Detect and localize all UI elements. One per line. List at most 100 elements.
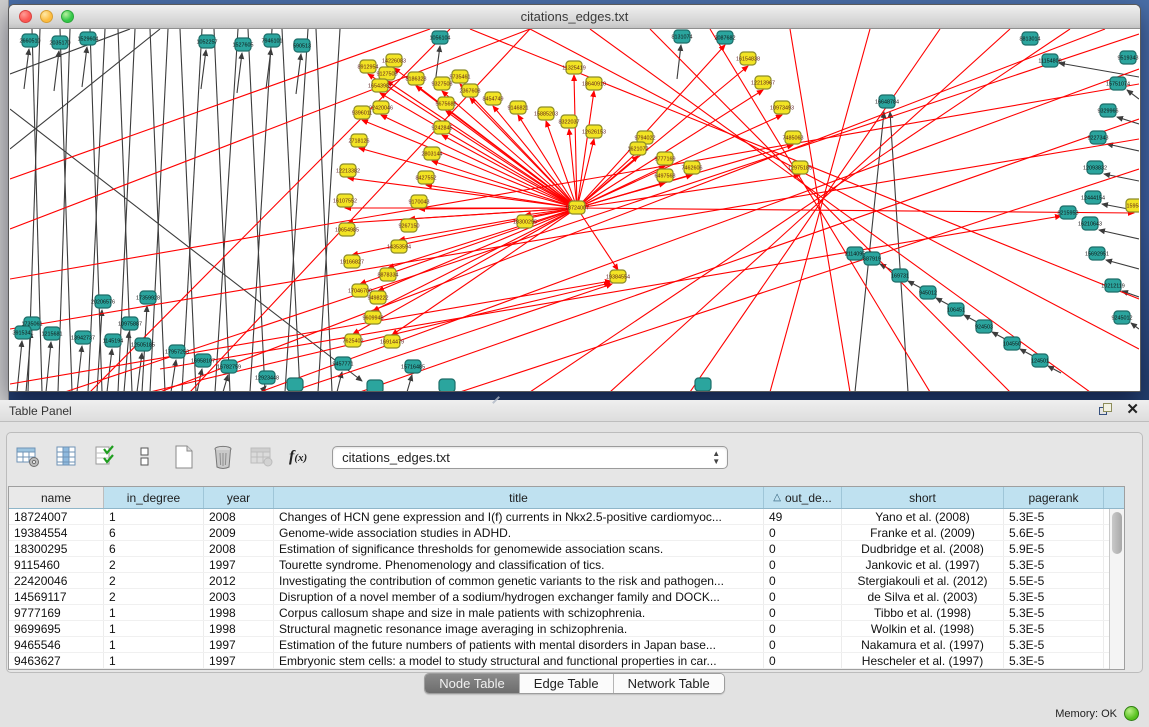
table-cell[interactable]: 0 [764,605,842,620]
graph-node[interactable]: 9329966 [1098,104,1119,117]
table-cell[interactable]: 5.3E-5 [1004,509,1104,524]
graph-node[interactable]: 15958 [1126,199,1139,212]
table-cell[interactable]: 0 [764,589,842,604]
graph-node[interactable]: 5675685 [436,97,457,110]
graph-node[interactable]: 7946101 [262,34,283,47]
table-cell[interactable]: 2 [104,573,204,588]
table-cell[interactable]: 2 [104,589,204,604]
table-cell[interactable]: 9699695 [9,621,104,636]
table-row[interactable]: 1938455462009Genome-wide association stu… [9,525,1124,541]
graph-node[interactable]: 13942737 [71,331,95,344]
graph-node[interactable]: 2660510 [20,34,41,47]
graph-node[interactable]: 2035170 [50,36,71,49]
table-cell[interactable]: 0 [764,557,842,572]
table-cell[interactable]: 6 [104,541,204,556]
float-panel-icon[interactable] [1098,402,1114,418]
table-cell[interactable]: 22420046 [9,573,104,588]
table-cell[interactable]: 5.3E-5 [1004,621,1104,636]
table-cell[interactable]: Corpus callosum shape and size in male p… [274,605,764,620]
table-cell[interactable]: 1997 [204,557,274,572]
graph-node[interactable]: 19166827 [340,255,364,268]
table-cell[interactable]: 1997 [204,653,274,668]
table-cell[interactable]: Structural magnetic resonance image aver… [274,621,764,636]
graph-node[interactable]: 15885203 [534,107,558,120]
graph-node[interactable]: 7462606 [682,161,703,174]
table-cell[interactable]: 5.5E-5 [1004,573,1104,588]
table-cell[interactable]: Jankovic et al. (1997) [842,557,1004,572]
graph-node[interactable]: 7625402 [343,334,364,347]
graph-node[interactable]: 169731 [891,269,909,282]
clear-selection-icon[interactable] [131,443,159,471]
table-cell[interactable]: 9115460 [9,557,104,572]
table-cell[interactable]: Nakamura et al. (1997) [842,637,1004,652]
delete-table-icon[interactable] [209,443,237,471]
graph-node[interactable]: 2803144 [422,147,443,160]
table-cell[interactable]: 1 [104,605,204,620]
graph-node[interactable]: 1145194 [103,334,124,347]
table-cell[interactable]: 9465546 [9,637,104,652]
table-cell[interactable]: Yano et al. (2008) [842,509,1004,524]
graph-node[interactable]: 9242845 [432,121,453,134]
column-header-short[interactable]: short [842,487,1004,508]
table-row[interactable]: 946362711997Embryonic stem cells: a mode… [9,653,1124,669]
tab-network-table[interactable]: Network Table [614,674,724,693]
select-columns-icon[interactable] [53,443,81,471]
table-cell[interactable]: 1998 [204,605,274,620]
graph-node[interactable]: 16107552 [333,194,357,207]
table-cell[interactable]: 49 [764,509,842,524]
table-scrollbar[interactable] [1109,509,1124,669]
graph-node[interactable]: 8878334 [378,268,399,281]
graph-node[interactable]: 22420046 [369,101,393,114]
memory-status-icon[interactable] [1124,706,1139,721]
graph-node[interactable]: 9609948 [363,311,384,324]
table-cell[interactable]: Tibbo et al. (1998) [842,605,1004,620]
graph-edge[interactable] [399,208,577,240]
table-cell[interactable]: 0 [764,621,842,636]
graph-node[interactable]: 11325419 [562,61,586,74]
graph-node[interactable]: 12975185 [788,161,812,174]
table-row[interactable]: 1872400712008Changes of HCN gene express… [9,509,1124,525]
table-cell[interactable]: 1997 [204,637,274,652]
column-header-in-degree[interactable]: in_degree [104,487,204,508]
graph-node[interactable]: 18724007 [565,201,589,214]
graph-node[interactable]: 2718126 [349,134,370,147]
graph-node[interactable]: 7485063 [783,131,804,144]
table-cell[interactable]: Genome-wide association studies in ADHD. [274,525,764,540]
graph-node[interactable]: 106451 [947,303,965,316]
table-cell[interactable]: 2009 [204,525,274,540]
table-cell[interactable]: Investigating the contribution of common… [274,573,764,588]
graph-node[interactable]: 16210643 [1078,217,1102,230]
zoom-window-icon[interactable] [61,10,74,23]
graph-node[interactable] [367,380,383,392]
graph-node[interactable]: 9396011 [352,106,373,119]
table-cell[interactable]: 5.3E-5 [1004,653,1104,668]
graph-node[interactable]: 11154808 [1038,54,1061,67]
table-cell[interactable]: 18300295 [9,541,104,556]
graph-node[interactable]: 9267150 [399,219,420,232]
table-cell[interactable]: Disruption of a novel member of a sodium… [274,589,764,604]
graph-node[interactable]: 687919 [863,252,881,265]
table-cell[interactable]: 1 [104,621,204,636]
table-row[interactable]: 946554611997Estimation of the future num… [9,637,1124,653]
table-row[interactable]: 2242004622012Investigating the contribut… [9,573,1124,589]
graph-node[interactable]: 8813014 [1020,32,1041,45]
new-table-icon[interactable] [170,443,198,471]
graph-node[interactable]: 10654985 [335,223,359,236]
graph-edge[interactable] [362,120,577,208]
table-cell[interactable]: 14569117 [9,589,104,604]
table-cell[interactable]: 2008 [204,509,274,524]
graph-edge[interactable] [577,115,782,208]
table-cell[interactable]: Estimation of the future numbers of pati… [274,637,764,652]
table-cell[interactable]: Wolkin et al. (1998) [842,621,1004,636]
graph-node[interactable]: 1527605 [233,38,254,51]
column-header-pagerank[interactable]: pagerank [1004,487,1104,508]
table-cell[interactable]: 0 [764,653,842,668]
table-selector-dropdown[interactable]: citations_edges.txt ▲▼ [332,446,728,469]
table-cell[interactable]: 5.3E-5 [1004,589,1104,604]
graph-node[interactable]: 104550 [1003,337,1021,350]
table-row[interactable]: 977716911998Corpus callosum shape and si… [9,605,1124,621]
graph-node[interactable]: 10973493 [770,101,794,114]
select-rows-icon[interactable] [92,443,120,471]
table-cell[interactable]: 9463627 [9,653,104,668]
graph-node[interactable]: 1052257 [197,35,218,48]
